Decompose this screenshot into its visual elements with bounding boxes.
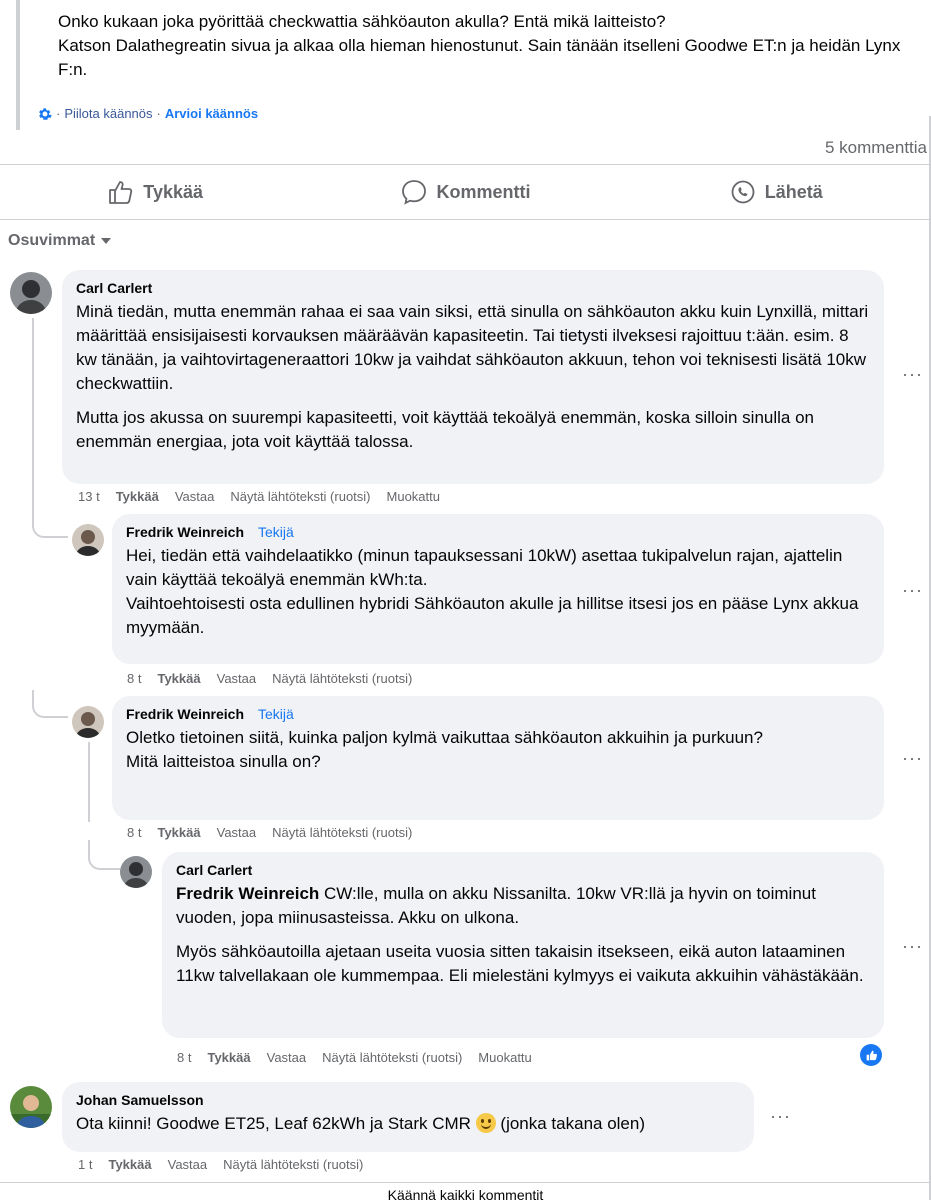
- translation-controls: · Piilota käännös · Arvioi käännös: [38, 106, 258, 121]
- avatar[interactable]: [10, 272, 52, 314]
- thumbs-up-icon: [109, 181, 133, 204]
- comment-text: Mutta jos akussa on suurempi kapasiteett…: [76, 408, 814, 451]
- comment-reply-button[interactable]: Vastaa: [217, 825, 257, 840]
- edited-label: Muokattu: [386, 489, 440, 504]
- comment-bubble: Carl Carlert Minä tiedän, mutta enemmän …: [62, 270, 884, 484]
- show-original-link[interactable]: Näytä lähtöteksti (ruotsi): [322, 1050, 462, 1065]
- thread-line: [88, 742, 90, 822]
- separator: ·: [56, 106, 61, 121]
- show-original-link[interactable]: Näytä lähtöteksti (ruotsi): [272, 671, 412, 686]
- translate-all-comments-button[interactable]: Käännä kaikki kommentit: [0, 1182, 931, 1200]
- like-button-label: Tykkää: [143, 181, 204, 202]
- comment-author[interactable]: Carl Carlert: [176, 862, 870, 878]
- comment-author[interactable]: Johan Samuelsson: [76, 1092, 740, 1108]
- mention-link[interactable]: Fredrik Weinreich: [176, 884, 319, 903]
- edited-label: Muokattu: [478, 1050, 532, 1065]
- comment-author[interactable]: Fredrik Weinreich Tekijä: [126, 706, 870, 722]
- comment-time[interactable]: 8 t: [127, 671, 141, 686]
- comment-text: Oletko tietoinen siitä, kuinka paljon ky…: [126, 728, 763, 771]
- avatar-image: [72, 524, 104, 556]
- comment-button[interactable]: Kommentti: [310, 165, 620, 219]
- caret-down-icon: [101, 238, 112, 244]
- comment-meta: 13 t Tykkää Vastaa Näytä lähtöteksti (ru…: [78, 489, 440, 504]
- post-text-line-2: Katson Dalathegreatin sivua ja alkaa oll…: [58, 36, 901, 79]
- avatar[interactable]: [120, 856, 152, 888]
- avatar[interactable]: [72, 706, 104, 738]
- comment-bubble: Fredrik Weinreich Tekijä Oletko tietoine…: [112, 696, 884, 820]
- comment-like-button[interactable]: Tykkää: [207, 1050, 250, 1065]
- comment-text: Minä tiedän, mutta enemmän rahaa ei saa …: [76, 302, 869, 393]
- separator: ·: [156, 106, 161, 121]
- gear-icon[interactable]: [38, 107, 52, 121]
- post-action-bar: Tykkää Kommentti Lähetä: [0, 164, 931, 220]
- more-options-button[interactable]: ···: [902, 936, 923, 957]
- comment-time[interactable]: 8 t: [177, 1050, 191, 1065]
- more-options-button[interactable]: ···: [902, 580, 923, 601]
- comment-meta: 8 t Tykkää Vastaa Näytä lähtöteksti (ruo…: [127, 671, 412, 686]
- like-reaction-badge[interactable]: [860, 1044, 882, 1066]
- smiley-emoji-icon: [475, 1113, 496, 1133]
- thread-connector: [88, 840, 120, 870]
- comment-time[interactable]: 1 t: [78, 1157, 92, 1172]
- post-text-line-1: Onko kukaan joka pyörittää checkwattia s…: [58, 12, 666, 31]
- rate-translation-link[interactable]: Arvioi käännös: [165, 106, 258, 121]
- comment-bubble: Carl Carlert Fredrik Weinreich CW:lle, m…: [162, 852, 884, 1038]
- comment-time[interactable]: 8 t: [127, 825, 141, 840]
- whatsapp-icon: [731, 180, 755, 204]
- comment-meta: 8 t Tykkää Vastaa Näytä lähtöteksti (ruo…: [177, 1050, 532, 1065]
- comment-text: Myös sähköautoilla ajetaan useita vuosia…: [176, 942, 864, 985]
- comment-text: Ota kiinni! Goodwe ET25, Leaf 62kWh ja S…: [76, 1113, 646, 1133]
- avatar-image: [72, 706, 104, 738]
- show-original-link[interactable]: Näytä lähtöteksti (ruotsi): [223, 1157, 363, 1172]
- comment-sort-dropdown[interactable]: Osuvimmat: [8, 232, 112, 250]
- comment-text: Fredrik Weinreich CW:lle, mulla on akku …: [176, 884, 816, 927]
- comment-bubble: Johan Samuelsson Ota kiinni! Goodwe ET25…: [62, 1082, 754, 1152]
- comment-reply-button[interactable]: Vastaa: [217, 671, 257, 686]
- comment-text: Hei, tiedän että vaihdelaatikko (minun t…: [126, 546, 859, 637]
- comment-like-button[interactable]: Tykkää: [116, 489, 159, 504]
- sort-label: Osuvimmat: [8, 232, 96, 249]
- comment-like-button[interactable]: Tykkää: [157, 671, 200, 686]
- comment-bubble-icon: [402, 180, 427, 205]
- comment-meta: 1 t Tykkää Vastaa Näytä lähtöteksti (ruo…: [78, 1157, 363, 1172]
- author-badge: Tekijä: [258, 706, 294, 722]
- more-options-button[interactable]: ···: [902, 364, 923, 385]
- comment-reply-button[interactable]: Vastaa: [175, 489, 215, 504]
- comment-button-label: Kommentti: [436, 181, 531, 202]
- thread-connector: [32, 510, 68, 538]
- comment-reply-button[interactable]: Vastaa: [267, 1050, 307, 1065]
- author-badge: Tekijä: [258, 524, 294, 540]
- show-original-link[interactable]: Näytä lähtöteksti (ruotsi): [272, 825, 412, 840]
- hide-translation-link[interactable]: Piilota käännös: [64, 106, 152, 121]
- comment-reply-button[interactable]: Vastaa: [168, 1157, 208, 1172]
- share-button[interactable]: Lähetä: [621, 165, 931, 219]
- comment-count[interactable]: 5 kommenttia: [825, 138, 927, 158]
- share-button-label: Lähetä: [764, 181, 823, 202]
- like-button[interactable]: Tykkää: [0, 165, 310, 219]
- avatar[interactable]: [10, 1086, 52, 1128]
- comment-bubble: Fredrik Weinreich Tekijä Hei, tiedän ett…: [112, 514, 884, 664]
- more-options-button[interactable]: ···: [902, 748, 923, 769]
- thumbs-up-icon: [866, 1050, 877, 1060]
- comment-time[interactable]: 13 t: [78, 489, 100, 504]
- avatar-image: [10, 1086, 52, 1128]
- more-options-button[interactable]: ···: [770, 1106, 791, 1127]
- thread-line: [32, 318, 34, 518]
- comment-meta: 8 t Tykkää Vastaa Näytä lähtöteksti (ruo…: [127, 825, 412, 840]
- show-original-link[interactable]: Näytä lähtöteksti (ruotsi): [230, 489, 370, 504]
- comment-like-button[interactable]: Tykkää: [108, 1157, 151, 1172]
- comment-author[interactable]: Carl Carlert: [76, 280, 870, 296]
- thread-connector: [32, 690, 68, 718]
- avatar-image: [10, 272, 52, 314]
- avatar-image: [120, 856, 152, 888]
- avatar[interactable]: [72, 524, 104, 556]
- comment-author[interactable]: Fredrik Weinreich Tekijä: [126, 524, 870, 540]
- comment-like-button[interactable]: Tykkää: [157, 825, 200, 840]
